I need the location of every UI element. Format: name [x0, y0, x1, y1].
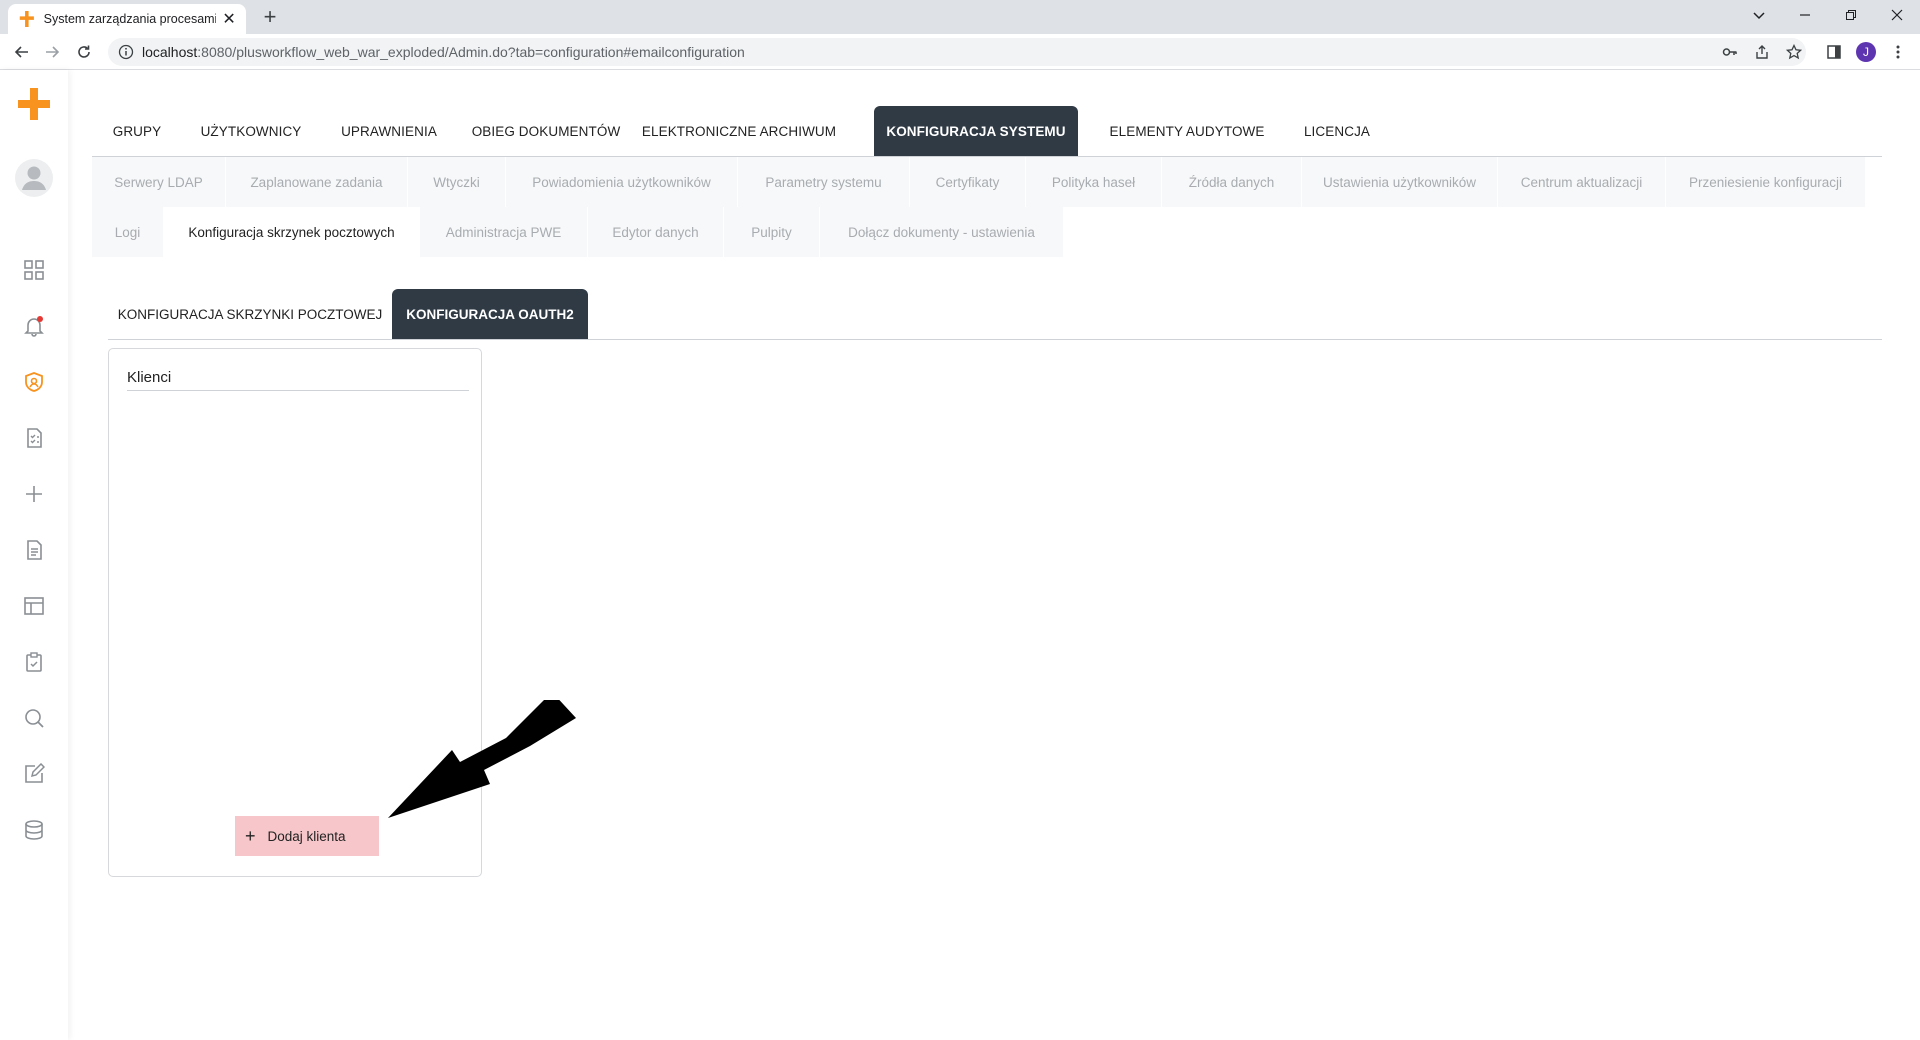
plus-icon: + — [245, 826, 256, 846]
share-icon[interactable] — [1750, 40, 1774, 64]
tab-search-chevron-icon[interactable] — [1736, 0, 1782, 30]
subtab-pulpity[interactable]: Pulpity — [724, 207, 820, 257]
restore-icon[interactable] — [1828, 0, 1874, 30]
subtab-konfiguracja-skrzynek[interactable]: Konfiguracja skrzynek pocztowych — [164, 207, 420, 257]
document-icon[interactable] — [20, 536, 48, 564]
url-host: localhost — [142, 44, 198, 60]
subtab-zrodla-danych[interactable]: Źródła danych — [1162, 157, 1302, 207]
tab-elektroniczne-archiwum[interactable]: ELEKTRONICZNE ARCHIWUM — [634, 106, 844, 156]
subtab-przeniesienie-konfiguracji[interactable]: Przeniesienie konfiguracji — [1666, 157, 1866, 207]
tab-konfiguracja-skrzynki[interactable]: KONFIGURACJA SKRZYNKI POCZTOWEJ — [108, 289, 392, 339]
tab-konfiguracja-oauth2[interactable]: KONFIGURACJA OAUTH2 — [392, 289, 588, 339]
tab-uprawnienia[interactable]: UPRAWNIENIA — [320, 106, 458, 156]
address-bar[interactable]: localhost:8080/plusworkflow_web_war_expl… — [108, 38, 1806, 66]
browser-menu-icon[interactable] — [1886, 40, 1910, 64]
table-layout-icon[interactable] — [20, 592, 48, 620]
profile-initial: J — [1856, 42, 1876, 62]
minimize-icon[interactable] — [1782, 0, 1828, 30]
tab-licencja[interactable]: LICENCJA — [1282, 106, 1392, 156]
clients-panel-title: Klienci — [127, 369, 469, 391]
tab-konfiguracja-systemu[interactable]: KONFIGURACJA SYSTEMU — [874, 106, 1078, 156]
site-info-icon[interactable] — [118, 44, 134, 60]
subtab-wtyczki[interactable]: Wtyczki — [408, 157, 506, 207]
subtab-parametry-systemu[interactable]: Parametry systemu — [738, 157, 910, 207]
search-icon[interactable] — [20, 704, 48, 732]
subtab-certyfikaty[interactable]: Certyfikaty — [910, 157, 1026, 207]
subtab-polityka-hasel[interactable]: Polityka haseł — [1026, 157, 1162, 207]
subtab-logi[interactable]: Logi — [92, 207, 164, 257]
browser-tab[interactable]: System zarządzania procesami bi ✕ — [8, 4, 246, 34]
tab-obieg-dokumentow[interactable]: OBIEG DOKUMENTÓW — [458, 106, 634, 156]
left-sidebar — [0, 70, 68, 1040]
main-tabs: GRUPY UŻYTKOWNICY UPRAWNIENIA OBIEG DOKU… — [92, 106, 1882, 157]
clipboard-icon[interactable] — [20, 648, 48, 676]
bookmark-star-icon[interactable] — [1782, 40, 1806, 64]
notifications-bell-icon[interactable] — [20, 312, 48, 340]
browser-tab-title: System zarządzania procesami bi — [43, 12, 217, 26]
password-key-icon[interactable] — [1718, 40, 1742, 64]
forward-arrow-icon[interactable] — [40, 40, 64, 64]
app-favicon-icon — [19, 11, 34, 27]
admin-shield-icon[interactable] — [20, 368, 48, 396]
subtab-edytor-danych[interactable]: Edytor danych — [588, 207, 724, 257]
edit-icon[interactable] — [20, 760, 48, 788]
add-client-button[interactable]: + Dodaj klienta — [235, 816, 379, 856]
close-tab-icon[interactable]: ✕ — [222, 9, 236, 29]
add-client-label: Dodaj klienta — [267, 828, 346, 844]
subtab-ustawienia-uzytkownikow[interactable]: Ustawienia użytkowników — [1302, 157, 1498, 207]
close-window-icon[interactable] — [1874, 0, 1920, 30]
subtab-centrum-aktualizacji[interactable]: Centrum aktualizacji — [1498, 157, 1666, 207]
tab-uzytkownicy[interactable]: UŻYTKOWNICY — [182, 106, 320, 156]
subtab-administracja-pwe[interactable]: Administracja PWE — [420, 207, 588, 257]
configuration-subtabs: Serwery LDAP Zaplanowane zadania Wtyczki… — [92, 157, 1882, 257]
new-tab-icon[interactable]: + — [258, 5, 282, 29]
app-logo-icon[interactable] — [16, 86, 52, 122]
new-plus-icon[interactable] — [20, 480, 48, 508]
dashboard-grid-icon[interactable] — [20, 256, 48, 284]
email-config-tabs: KONFIGURACJA SKRZYNKI POCZTOWEJ KONFIGUR… — [108, 289, 1882, 340]
subtab-dolacz-dokumenty[interactable]: Dołącz dokumenty - ustawienia — [820, 207, 1064, 257]
url-text: localhost:8080/plusworkflow_web_war_expl… — [142, 44, 745, 60]
tab-grupy[interactable]: GRUPY — [92, 106, 182, 156]
subtab-zaplanowane-zadania[interactable]: Zaplanowane zadania — [226, 157, 408, 207]
side-panel-icon[interactable] — [1822, 40, 1846, 64]
browser-toolbar: localhost:8080/plusworkflow_web_war_expl… — [0, 34, 1920, 70]
subtab-serwery-ldap[interactable]: Serwery LDAP — [92, 157, 226, 207]
back-arrow-icon[interactable] — [10, 40, 34, 64]
tab-elementy-audytowe[interactable]: ELEMENTY AUDYTOWE — [1092, 106, 1282, 156]
user-avatar-icon[interactable] — [14, 158, 54, 198]
browser-tabstrip: System zarządzania procesami bi ✕ + — [0, 0, 1920, 34]
reload-icon[interactable] — [72, 40, 96, 64]
url-path: :8080/plusworkflow_web_war_exploded/Admi… — [197, 44, 745, 60]
database-icon[interactable] — [20, 816, 48, 844]
tasks-list-icon[interactable] — [20, 424, 48, 452]
annotation-arrow-icon — [388, 700, 576, 818]
subtab-powiadomienia-uzytkownikow[interactable]: Powiadomienia użytkowników — [506, 157, 738, 207]
profile-avatar[interactable]: J — [1854, 40, 1878, 64]
